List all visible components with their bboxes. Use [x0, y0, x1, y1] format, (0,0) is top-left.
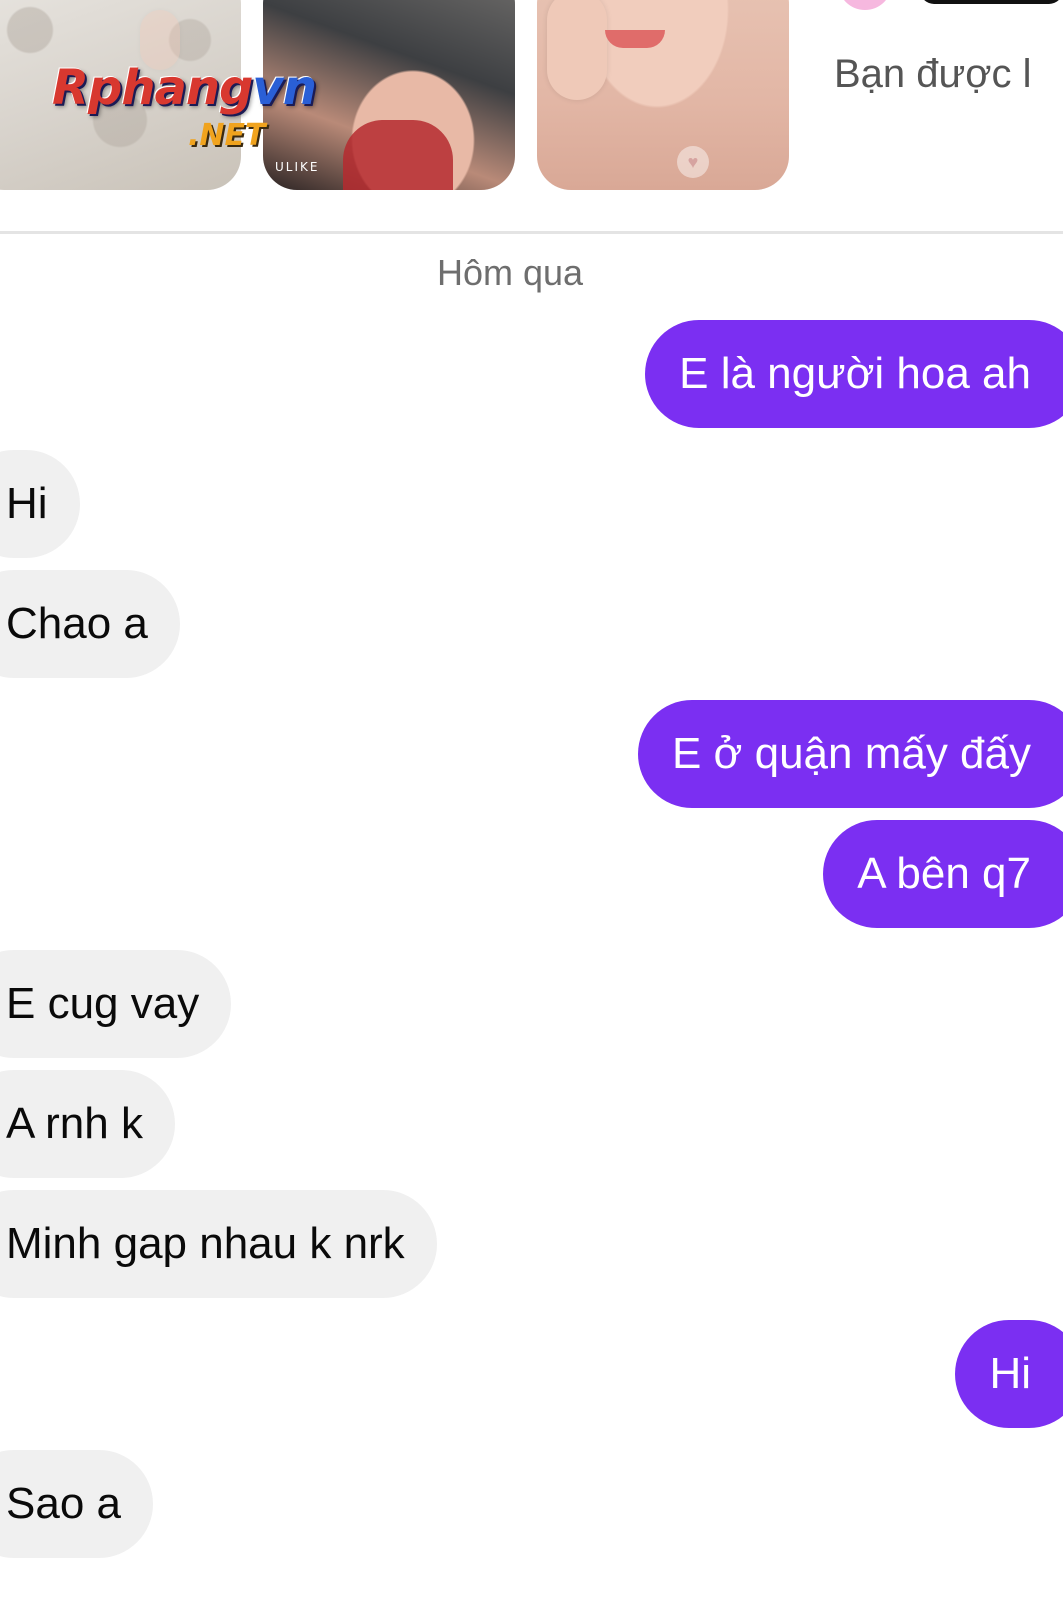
profile-subtitle: Bạn được l — [834, 52, 1032, 96]
watermark-logo: Rphangvn — [52, 60, 317, 116]
photo-detail — [605, 30, 665, 48]
received-message-bubble[interactable]: Minh gap nhau k nrk — [0, 1190, 437, 1298]
received-message-bubble[interactable]: Hi — [0, 450, 80, 558]
photo-detail — [343, 120, 453, 190]
divider — [0, 231, 1063, 234]
contact-name-fragment — [920, 0, 1063, 4]
sent-message-bubble[interactable]: A bên q7 — [823, 820, 1063, 928]
received-message-bubble[interactable]: E cug vay — [0, 950, 232, 1058]
shared-photos-strip: ULIKE ♥ Rphangvn .NET Bạn được l — [0, 0, 1063, 232]
sent-message-bubble[interactable]: Hi — [955, 1320, 1063, 1428]
sent-message-bubble[interactable]: E ở quận mấy đấy — [637, 700, 1063, 808]
avatar[interactable] — [838, 0, 892, 10]
sent-message-bubble[interactable]: E là người hoa ah — [645, 320, 1063, 428]
received-message-bubble[interactable]: Chao a — [0, 570, 180, 678]
received-message-bubble[interactable]: Sao a — [0, 1450, 153, 1558]
heart-icon: ♥ — [677, 146, 709, 178]
shared-photo[interactable]: ♥ — [537, 0, 789, 190]
watermark-logo-suffix: .NET — [188, 118, 266, 153]
photo-app-label: ULIKE — [275, 160, 320, 174]
date-separator: Hôm qua — [436, 252, 584, 293]
photo-detail — [547, 0, 607, 100]
received-message-bubble[interactable]: A rnh k — [0, 1070, 175, 1178]
